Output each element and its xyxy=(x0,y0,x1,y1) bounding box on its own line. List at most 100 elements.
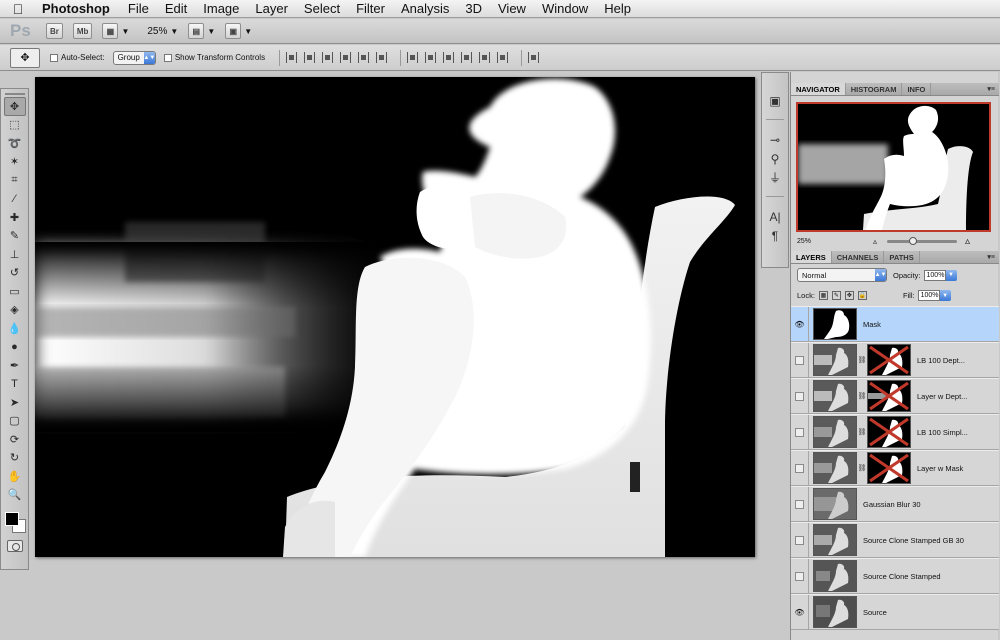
tab-layers[interactable]: LAYERS xyxy=(791,251,832,263)
arrange-documents-dropdown[interactable]: ▤ ▼ xyxy=(188,23,215,39)
tab-histogram[interactable]: HISTOGRAM xyxy=(846,83,903,95)
mask-thumbnail[interactable] xyxy=(867,452,911,484)
visibility-toggle[interactable] xyxy=(791,487,809,521)
layer-row-lb100-depth[interactable]: ⛓ LB 100 Dept... xyxy=(791,342,999,378)
lock-position-icon[interactable]: ✥ xyxy=(844,291,854,300)
link-icon[interactable]: ⛓ xyxy=(857,356,867,364)
tab-channels[interactable]: CHANNELS xyxy=(832,251,885,263)
layer-row-gaussian-blur[interactable]: Gaussian Blur 30 xyxy=(791,486,999,522)
navigator-zoom-slider[interactable] xyxy=(887,237,958,245)
lasso-tool-icon[interactable]: ➰ xyxy=(4,134,26,153)
zoom-tool-icon[interactable]: 🔍 xyxy=(4,486,26,505)
visibility-toggle[interactable] xyxy=(791,415,809,449)
layer-row-layer-w-depth[interactable]: ⛓ Layer w Dept... xyxy=(791,378,999,414)
tab-paths[interactable]: PATHS xyxy=(884,251,920,263)
magic-wand-tool-icon[interactable]: ✶ xyxy=(4,153,26,172)
hand-tool-icon[interactable]: ✋ xyxy=(4,467,26,486)
mask-thumbnail[interactable] xyxy=(867,380,911,412)
color-swatches[interactable] xyxy=(3,508,27,534)
foreground-color-swatch[interactable] xyxy=(4,512,19,526)
layer-row-source-clone-stamped-gb30[interactable]: Source Clone Stamped GB 30 xyxy=(791,522,999,558)
menu-help[interactable]: Help xyxy=(596,1,639,16)
paragraph-panel-icon[interactable]: ¶ xyxy=(764,226,786,245)
quick-mask-icon[interactable] xyxy=(6,540,23,552)
type-tool-icon[interactable]: T xyxy=(4,375,26,394)
navigator-preview[interactable] xyxy=(796,102,991,232)
lock-transparency-icon[interactable]: ▦ xyxy=(818,291,828,300)
layer-row-source[interactable]: 👁 Source xyxy=(791,594,999,630)
visibility-toggle[interactable] xyxy=(791,559,809,593)
zoom-out-icon[interactable]: ▵ xyxy=(873,237,877,246)
visibility-toggle[interactable] xyxy=(791,451,809,485)
lock-all-icon[interactable]: 🔒 xyxy=(857,291,867,300)
opacity-input[interactable]: 100% xyxy=(923,269,946,281)
history-brush-tool-icon[interactable]: ↺ xyxy=(4,264,26,283)
layer-row-layer-w-mask[interactable]: ⛓ Layer w Mask xyxy=(791,450,999,486)
align-bottom-edges-icon[interactable] xyxy=(322,52,334,63)
3d-orbit-tool-icon[interactable]: ↻ xyxy=(4,449,26,468)
menu-file[interactable]: File xyxy=(120,1,157,16)
dodge-tool-icon[interactable]: ● xyxy=(4,338,26,357)
menu-analysis[interactable]: Analysis xyxy=(393,1,457,16)
rectangle-tool-icon[interactable]: ▢ xyxy=(4,412,26,431)
menu-layer[interactable]: Layer xyxy=(247,1,296,16)
distribute-right-icon[interactable] xyxy=(497,52,509,63)
link-icon[interactable]: ⛓ xyxy=(857,464,867,472)
menu-3d[interactable]: 3D xyxy=(457,1,490,16)
distribute-bottom-icon[interactable] xyxy=(443,52,455,63)
blend-mode-select[interactable]: Normal ▲▼ xyxy=(797,268,887,282)
mask-thumbnail[interactable] xyxy=(867,344,911,376)
marquee-tool-icon[interactable]: ⬚ xyxy=(4,116,26,135)
path-selection-tool-icon[interactable]: ➤ xyxy=(4,393,26,412)
menu-select[interactable]: Select xyxy=(296,1,348,16)
clone-stamp-tool-icon[interactable]: ⊥ xyxy=(4,245,26,264)
menu-image[interactable]: Image xyxy=(195,1,247,16)
lock-pixels-icon[interactable]: ✎ xyxy=(831,291,841,300)
align-left-edges-icon[interactable] xyxy=(340,52,352,63)
zoom-level-dropdown[interactable]: 25% ▼ xyxy=(147,26,178,37)
paint-bucket-tool-icon[interactable]: ◈ xyxy=(4,301,26,320)
view-extras-dropdown[interactable]: ▦ ▼ xyxy=(102,23,129,39)
visibility-toggle[interactable] xyxy=(791,343,809,377)
fill-dropdown-icon[interactable]: ▼ xyxy=(939,290,951,301)
show-transform-controls-checkbox[interactable]: Show Transform Controls xyxy=(163,53,265,62)
align-top-edges-icon[interactable] xyxy=(286,52,298,63)
brush-presets-icon[interactable]: ⊸ xyxy=(764,130,786,149)
document-canvas[interactable] xyxy=(35,77,755,557)
distribute-vertical-centers-icon[interactable] xyxy=(425,52,437,63)
align-vertical-centers-icon[interactable] xyxy=(304,52,316,63)
link-icon[interactable]: ⛓ xyxy=(857,428,867,436)
crop-tool-icon[interactable]: ⌗ xyxy=(4,171,26,190)
screen-mode-dropdown[interactable]: ▣ ▼ xyxy=(225,23,252,39)
character-panel-icon[interactable]: A| xyxy=(764,207,786,226)
clone-source-icon[interactable]: ⚲ xyxy=(764,149,786,168)
menu-view[interactable]: View xyxy=(490,1,534,16)
mask-thumbnail[interactable] xyxy=(867,416,911,448)
visibility-toggle[interactable] xyxy=(791,523,809,557)
tab-navigator[interactable]: NAVIGATOR xyxy=(791,83,846,95)
opacity-dropdown-icon[interactable]: ▼ xyxy=(945,269,957,281)
pen-tool-icon[interactable]: ✒ xyxy=(4,356,26,375)
tab-info[interactable]: INFO xyxy=(902,83,932,95)
layer-row-lb100-simple[interactable]: ⛓ LB 100 Simpl... xyxy=(791,414,999,450)
blur-tool-icon[interactable]: 💧 xyxy=(4,319,26,338)
distribute-left-icon[interactable] xyxy=(461,52,473,63)
brush-tool-icon[interactable]: ✎ xyxy=(4,227,26,246)
layer-row-source-clone-stamped[interactable]: Source Clone Stamped xyxy=(791,558,999,594)
slider-handle[interactable] xyxy=(909,237,918,245)
link-icon[interactable]: ⛓ xyxy=(857,392,867,400)
menu-filter[interactable]: Filter xyxy=(348,1,393,16)
apple-icon[interactable]:  xyxy=(0,1,36,17)
visibility-toggle[interactable]: 👁 xyxy=(791,595,809,629)
menu-window[interactable]: Window xyxy=(534,1,596,16)
distribute-top-icon[interactable] xyxy=(407,52,419,63)
auto-align-layers-icon[interactable] xyxy=(528,52,540,63)
history-panel-icon[interactable]: ▣ xyxy=(764,91,786,110)
menu-edit[interactable]: Edit xyxy=(157,1,195,16)
navigator-zoom-value[interactable]: 25% xyxy=(797,238,811,245)
3d-rotate-tool-icon[interactable]: ⟳ xyxy=(4,430,26,449)
auto-select-target-select[interactable]: Group ▲▼ xyxy=(112,50,156,65)
tool-preset-picker[interactable]: ✥ xyxy=(10,47,40,68)
panel-menu-icon[interactable]: ▾≡ xyxy=(983,251,999,263)
fill-input[interactable]: 100% xyxy=(917,290,940,301)
